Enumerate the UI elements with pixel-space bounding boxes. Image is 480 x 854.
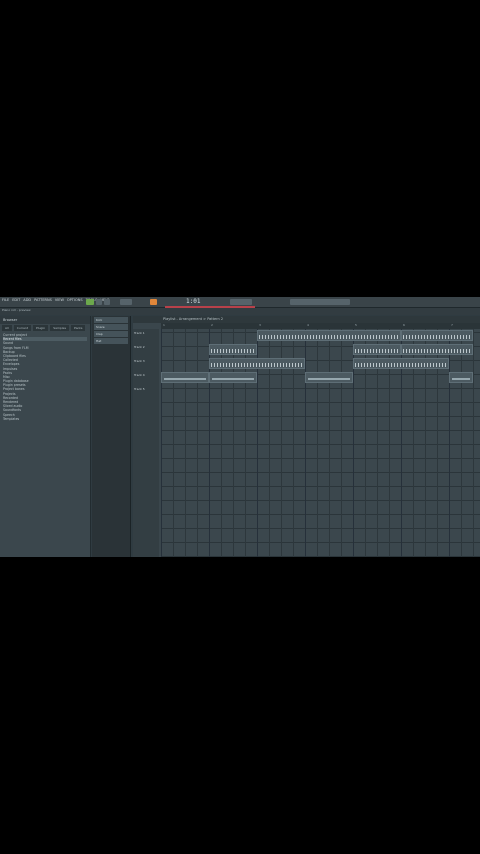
browser-tabs: All Current Plugin Samples Packs [0,324,90,332]
browser-title: Browser [0,316,90,324]
browser-panel: Browser All Current Plugin Samples Packs… [0,316,91,557]
audio-clip[interactable] [161,372,209,383]
ruler-bar-1: 1 [163,323,165,327]
menu-options[interactable]: OPTIONS [67,298,83,302]
hint-text: Piano roll - preview [2,308,31,312]
pattern-clip[interactable] [257,330,401,341]
channel-rack: Kick Snare Clap Hat [92,316,131,557]
ruler-bar-5: 5 [355,323,357,327]
ruler-bar-7: 7 [451,323,453,327]
ruler-bar-2: 2 [211,323,213,327]
menu-file[interactable]: FILE [2,298,9,302]
browser-tab-plugin[interactable]: Plugin [33,325,49,331]
menu-add[interactable]: ADD [23,298,31,302]
audio-clip[interactable] [209,372,257,383]
time-display: 1:01 [186,298,201,305]
playlist-grid[interactable] [161,329,480,557]
pattern-clip[interactable] [353,358,449,369]
track-label-5[interactable]: Track 5 [134,387,145,391]
playlist-window: Playlist - Arrangement > Pattern 2 1 2 3… [133,316,480,557]
menu-edit[interactable]: EDIT [12,298,20,302]
track-label-2[interactable]: Track 2 [134,345,145,349]
cpu-meter [165,306,255,308]
browser-tab-all[interactable]: All [2,325,12,331]
pattern-clip[interactable] [353,344,401,355]
track-label-3[interactable]: Track 3 [134,359,145,363]
audio-clip[interactable] [305,372,353,383]
browser-tree: Current project Recent files Sound Songs fr… [0,332,90,422]
channel-hat[interactable]: Hat [94,338,128,344]
hint-bar [0,308,480,315]
pattern-clip[interactable] [401,344,473,355]
browser-tab-packs[interactable]: Packs [71,325,86,331]
ruler-bar-4: 4 [307,323,309,327]
record-button[interactable] [104,299,110,305]
channel-snare[interactable]: Snare [94,324,128,330]
pattern-clip[interactable] [209,344,257,355]
tool-icons[interactable] [290,299,350,305]
channel-clap[interactable]: Clap [94,331,128,337]
track-label-4[interactable]: Track 4 [134,373,145,377]
fl-studio-window: FILE EDIT ADD PATTERNS VIEW OPTIONS TOOL… [0,297,480,557]
pattern-clip[interactable] [401,330,473,341]
ruler-bar-3: 3 [259,323,261,327]
metronome-button[interactable] [150,299,157,305]
browser-tab-current[interactable]: Current [13,325,32,331]
ruler-bar-6: 6 [403,323,405,327]
browser-item[interactable]: Templates [3,417,87,421]
menu-view[interactable]: VIEW [55,298,64,302]
channel-kick[interactable]: Kick [94,317,128,323]
audio-clip[interactable] [449,372,473,383]
stop-button[interactable] [96,299,102,305]
play-button[interactable] [86,299,94,305]
menu-patterns[interactable]: PATTERNS [34,298,52,302]
playlist-header: Playlist - Arrangement > Pattern 2 [133,316,480,323]
pattern-selector[interactable] [230,299,252,305]
pattern-clip[interactable] [209,358,305,369]
track-label-1[interactable]: Track 1 [134,331,145,335]
pattern-song-toggle[interactable] [120,299,132,305]
track-headers: Track 1 Track 2 Track 3 Track 4 Track 5 [133,329,159,557]
browser-tab-samples[interactable]: Samples [50,325,70,331]
